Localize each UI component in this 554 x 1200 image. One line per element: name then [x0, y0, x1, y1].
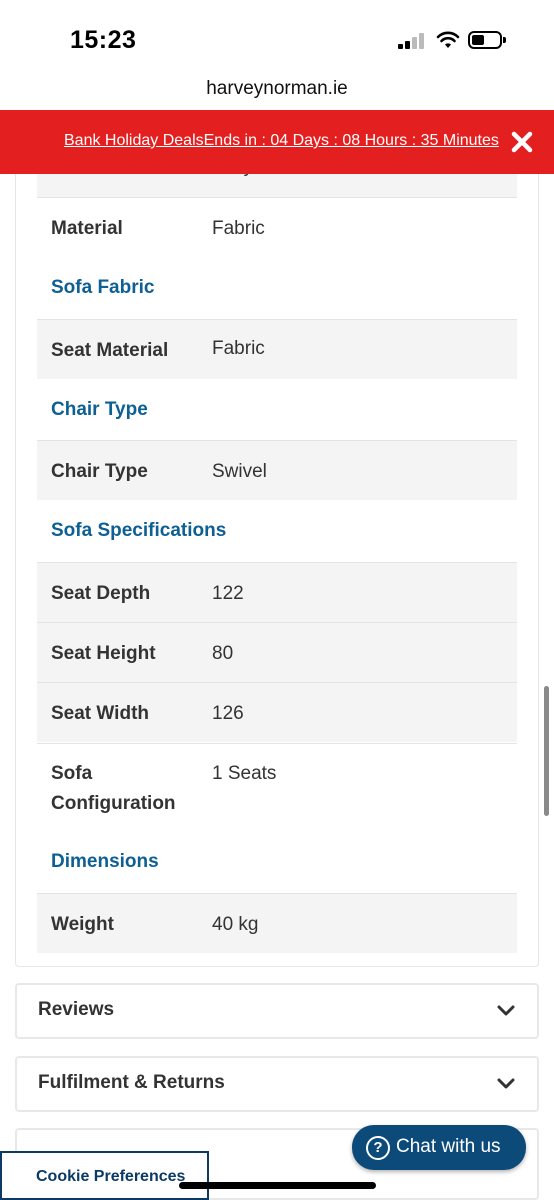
- status-bar: 15:23: [0, 0, 554, 78]
- fulfilment-returns-accordion[interactable]: Fulfilment & Returns: [15, 1056, 539, 1112]
- section-heading: Sofa Fabric: [51, 277, 155, 298]
- help-icon: ?: [366, 1136, 390, 1160]
- reviews-accordion[interactable]: Reviews: [15, 983, 539, 1039]
- cookie-label: Cookie Preferences: [36, 1168, 186, 1185]
- accordion-title: Fulfilment & Returns: [38, 1072, 225, 1093]
- spec-value: 80: [212, 643, 234, 664]
- spec-label: Seat Depth: [51, 583, 151, 604]
- spec-value: Fabric: [212, 218, 265, 239]
- battery-icon: [468, 31, 506, 49]
- url-text: harveynorman.ie: [206, 78, 348, 99]
- scrollbar-thumb[interactable]: [544, 686, 549, 816]
- spec-label: Seat Height: [51, 643, 156, 664]
- spec-value: Swivel: [212, 461, 267, 482]
- section-heading: Chair Type: [51, 399, 148, 420]
- section-heading: Sofa Specifications: [51, 520, 227, 541]
- chevron-down-icon: [497, 1078, 515, 1089]
- status-time: 15:23: [70, 26, 137, 54]
- table-row: Seat Height 80: [37, 622, 517, 682]
- table-row: Material Fabric: [37, 199, 517, 259]
- close-icon[interactable]: [510, 130, 534, 154]
- spec-value: 122: [212, 583, 244, 604]
- accordion-title: Reviews: [38, 999, 115, 1020]
- home-indicator[interactable]: [179, 1182, 376, 1189]
- promo-banner: Bank Holiday DealsEnds in : 04 Days : 08…: [0, 110, 554, 174]
- chat-with-us-button[interactable]: ? Chat with us: [352, 1125, 526, 1170]
- spec-label: Weight: [51, 914, 114, 935]
- promo-countdown-link[interactable]: Bank Holiday DealsEnds in : 04 Days : 08…: [64, 132, 499, 150]
- table-row-partial: Colour Grey: [37, 174, 517, 198]
- wifi-icon: [436, 31, 460, 48]
- spec-value: Fabric: [212, 338, 265, 359]
- spec-label-line1: Sofa: [51, 763, 93, 784]
- spec-label: Chair Type: [51, 461, 148, 482]
- spec-value: 40 kg: [212, 914, 259, 935]
- section-heading: Dimensions: [51, 851, 159, 872]
- spec-label: Seat Material: [51, 340, 169, 361]
- chevron-down-icon: [497, 1005, 515, 1016]
- spec-value: 126: [212, 703, 244, 724]
- address-bar[interactable]: harveynorman.ie: [0, 78, 554, 110]
- table-row: Seat Depth 122: [37, 562, 517, 622]
- spec-label: Material: [51, 218, 123, 239]
- cellular-signal-icon: [398, 33, 426, 49]
- spec-value: 1 Seats: [212, 763, 277, 784]
- table-row: Sofa Configuration 1 Seats: [37, 743, 517, 835]
- table-row: Seat Material Fabric: [37, 319, 517, 379]
- table-row: Seat Width 126: [37, 682, 517, 742]
- cookie-preferences-button[interactable]: Cookie Preferences: [0, 1151, 209, 1200]
- table-row: Chair Type Swivel: [37, 440, 517, 500]
- spec-label-line2: Configuration: [51, 793, 176, 814]
- table-row: Weight 40 kg: [37, 893, 517, 953]
- chat-label: Chat with us: [396, 1136, 501, 1157]
- spec-label: Seat Width: [51, 703, 149, 724]
